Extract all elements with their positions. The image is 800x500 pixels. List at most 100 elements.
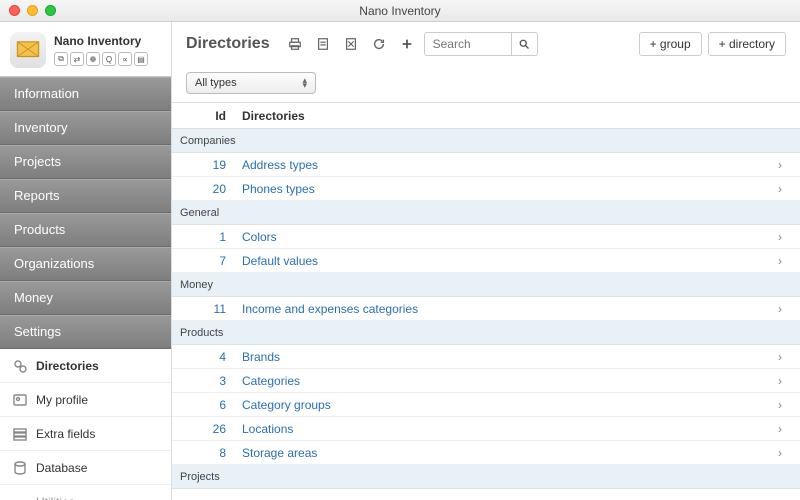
table-row[interactable]: 8Storage areas›	[172, 441, 800, 465]
chevron-right-icon[interactable]: ›	[760, 254, 800, 268]
profile-icon	[12, 392, 28, 408]
cell-name[interactable]: Income and expenses categories	[236, 302, 760, 316]
group-header[interactable]: Companies	[172, 129, 800, 153]
cell-name[interactable]: Colors	[236, 230, 760, 244]
cell-name[interactable]: Brands	[236, 350, 760, 364]
nav-money[interactable]: Money	[0, 281, 171, 315]
add-directory-button[interactable]: + directory	[708, 32, 786, 56]
brand-tool-2[interactable]: ⇄	[70, 52, 84, 66]
close-button[interactable]	[9, 5, 20, 16]
subnav-database[interactable]: Database	[0, 451, 171, 485]
nav-products[interactable]: Products	[0, 213, 171, 247]
titlebar: Nano Inventory	[0, 0, 800, 22]
brand-title: Nano Inventory	[54, 34, 148, 48]
window-title: Nano Inventory	[0, 4, 800, 18]
chevron-right-icon[interactable]: ›	[760, 230, 800, 244]
cell-name[interactable]: Category groups	[236, 398, 760, 412]
type-filter-select[interactable]: All types ▴▾	[186, 72, 316, 94]
minimize-button[interactable]	[27, 5, 38, 16]
cell-name[interactable]: Storage areas	[236, 446, 760, 460]
database-icon	[12, 460, 28, 476]
chevron-right-icon[interactable]: ›	[760, 446, 800, 460]
cell-id: 1	[172, 230, 236, 244]
search-input[interactable]	[424, 32, 512, 56]
table-row[interactable]: 20Phones types›	[172, 177, 800, 201]
table-row[interactable]: 6Category groups›	[172, 393, 800, 417]
search-button[interactable]	[512, 32, 538, 56]
app-icon	[10, 32, 46, 68]
type-filter-value: All types	[195, 77, 237, 89]
table-row[interactable]: 7Default values›	[172, 249, 800, 273]
nav-settings[interactable]: Settings	[0, 315, 171, 349]
add-group-button[interactable]: + group	[639, 32, 702, 56]
brand-tool-4[interactable]: Q	[102, 52, 116, 66]
chevron-right-icon[interactable]: ›	[760, 374, 800, 388]
brand-tool-5[interactable]: ∝	[118, 52, 132, 66]
maximize-button[interactable]	[45, 5, 56, 16]
col-name[interactable]: Directories	[236, 103, 760, 128]
brand-tool-6[interactable]: ▤	[134, 52, 148, 66]
chevron-right-icon[interactable]: ›	[760, 182, 800, 196]
export-doc-icon[interactable]	[312, 33, 334, 55]
table-row[interactable]: 19Address types›	[172, 153, 800, 177]
brand-toolbar: ⧉ ⇄ ❁ Q ∝ ▤	[54, 52, 148, 66]
add-icon[interactable]	[396, 33, 418, 55]
nav: Information Inventory Projects Reports P…	[0, 76, 171, 349]
subnav-directories[interactable]: Directories	[0, 349, 171, 383]
cell-id: 7	[172, 254, 236, 268]
cell-name[interactable]: Categories	[236, 374, 760, 388]
refresh-icon[interactable]	[368, 33, 390, 55]
toolbar: Directories + group + directory	[172, 22, 800, 64]
table-row[interactable]: 11Income and expenses categories›	[172, 297, 800, 321]
cell-name[interactable]: Phones types	[236, 182, 760, 196]
nav-projects[interactable]: Projects	[0, 145, 171, 179]
subnav-label: Directories	[36, 359, 99, 373]
subnav: Directories My profile Extra fields Data…	[0, 349, 171, 500]
table-row[interactable]: 4Brands›	[172, 345, 800, 369]
export-xls-icon[interactable]	[340, 33, 362, 55]
chevron-right-icon[interactable]: ›	[760, 158, 800, 172]
table-row[interactable]: 26Locations›	[172, 417, 800, 441]
chevron-updown-icon: ▴▾	[302, 78, 307, 88]
subnav-extra-fields[interactable]: Extra fields	[0, 417, 171, 451]
gears-icon	[12, 358, 28, 374]
brand-tool-1[interactable]: ⧉	[54, 52, 68, 66]
subnav-my-profile[interactable]: My profile	[0, 383, 171, 417]
nav-inventory[interactable]: Inventory	[0, 111, 171, 145]
nav-reports[interactable]: Reports	[0, 179, 171, 213]
main: Directories + group + directory All type…	[172, 22, 800, 500]
table-row[interactable]: 1Colors›	[172, 225, 800, 249]
nav-organizations[interactable]: Organizations	[0, 247, 171, 281]
chevron-right-icon[interactable]: ›	[760, 398, 800, 412]
chevron-right-icon[interactable]: ›	[760, 350, 800, 364]
fields-icon	[12, 426, 28, 442]
cell-id: 3	[172, 374, 236, 388]
directory-table[interactable]: Id Directories Companies19Address types›…	[172, 102, 800, 500]
nav-information[interactable]: Information	[0, 77, 171, 111]
print-icon[interactable]	[284, 33, 306, 55]
table-row[interactable]: 3Categories›	[172, 369, 800, 393]
cell-id: 20	[172, 182, 236, 196]
cell-id: 11	[172, 302, 236, 316]
group-header[interactable]: General	[172, 201, 800, 225]
cell-name[interactable]: Default values	[236, 254, 760, 268]
cell-id: 4	[172, 350, 236, 364]
subnav-utilities[interactable]: Utilities	[0, 485, 171, 500]
brand-tool-3[interactable]: ❁	[86, 52, 100, 66]
sidebar: Nano Inventory ⧉ ⇄ ❁ Q ∝ ▤ Information I…	[0, 22, 172, 500]
subnav-label: My profile	[36, 393, 88, 407]
chevron-right-icon[interactable]: ›	[760, 422, 800, 436]
chevron-right-icon[interactable]: ›	[760, 302, 800, 316]
utilities-icon	[12, 494, 28, 500]
cell-id: 19	[172, 158, 236, 172]
subnav-label: Database	[36, 461, 87, 475]
filterbar: All types ▴▾	[172, 64, 800, 102]
cell-name[interactable]: Locations	[236, 422, 760, 436]
group-header[interactable]: Projects	[172, 465, 800, 489]
cell-id: 8	[172, 446, 236, 460]
cell-name[interactable]: Address types	[236, 158, 760, 172]
cell-id: 26	[172, 422, 236, 436]
group-header[interactable]: Products	[172, 321, 800, 345]
col-id[interactable]: Id	[172, 103, 236, 128]
group-header[interactable]: Money	[172, 273, 800, 297]
